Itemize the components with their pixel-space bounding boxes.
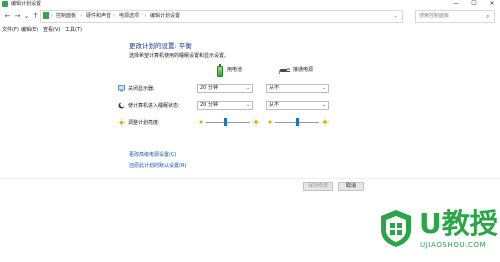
breadcrumb-separator: ›	[113, 13, 115, 19]
control-panel-icon	[43, 12, 49, 19]
chevron-down-icon: ⌄	[322, 102, 327, 108]
display-off-battery-value: 20 分钟	[200, 85, 218, 91]
sleep-battery-value: 20 分钟	[200, 102, 218, 108]
page-description: 选择希望计算机使用的睡眠设置和显示设置。	[129, 53, 230, 59]
display-off-plugged-value: 从不	[269, 85, 280, 91]
breadcrumb-power-options[interactable]: 电源选项	[119, 10, 139, 23]
menu-file[interactable]: 文件(F)	[2, 25, 19, 35]
menu-edit[interactable]: 编辑(E)	[21, 25, 38, 35]
brightness-icon	[118, 119, 125, 126]
breadcrumb-separator: ›	[80, 13, 82, 19]
battery-icon	[217, 66, 223, 77]
brightness-plugged-slider-thumb[interactable]	[295, 118, 299, 126]
brightness-high-icon	[321, 118, 329, 126]
brightness-high-icon	[252, 118, 260, 126]
back-button[interactable]: ←	[3, 11, 12, 21]
menu-view[interactable]: 查看(V)	[43, 25, 60, 35]
restore-defaults-link[interactable]: 还原此计划的默认设置(R)	[129, 162, 186, 170]
cancel-button[interactable]: 取消	[338, 182, 364, 191]
sleep-plugged-value: 从不	[269, 102, 280, 108]
close-button[interactable]: ✕	[484, 0, 500, 8]
save-changes-button[interactable]: 保存修改	[303, 182, 333, 191]
turn-off-display-label: 关闭显示器:	[128, 86, 155, 92]
column-plugged-in: 接通电源	[293, 67, 314, 73]
watermark-text: U教授	[419, 207, 498, 240]
monitor-icon	[118, 85, 125, 92]
brightness-battery-slider[interactable]	[206, 122, 250, 123]
breadcrumb-separator: ›	[144, 13, 146, 19]
search-icon[interactable]: ⌕	[486, 10, 489, 23]
breadcrumb-hardware-sound[interactable]: 硬件和声音	[86, 10, 111, 23]
power-options-icon	[2, 1, 8, 7]
minimize-button[interactable]: —	[448, 0, 464, 8]
sleep-icon	[118, 102, 125, 109]
sleep-label: 使计算机进入睡眠状态:	[128, 103, 180, 109]
breadcrumb-edit-plan[interactable]: 编辑计划设置	[150, 10, 180, 23]
watermark-logo-icon	[381, 210, 411, 247]
up-button[interactable]: ↑	[31, 11, 40, 21]
brightness-label: 调整计划亮度:	[128, 120, 160, 126]
watermark-url: UJIAOSHOU.COM	[420, 241, 487, 249]
recent-locations-button[interactable]: ⌄	[22, 11, 31, 21]
chevron-down-icon: ⌄	[246, 85, 251, 91]
advanced-power-settings-link[interactable]: 更改高级电源设置(C)	[129, 151, 176, 159]
breadcrumb-control-panel[interactable]: 控制面板	[56, 10, 76, 23]
brightness-battery-slider-thumb[interactable]	[224, 118, 228, 126]
footer-divider	[0, 178, 500, 179]
address-dropdown-button[interactable]: ⌄	[391, 10, 400, 23]
window-title: 编辑计划设置	[11, 1, 42, 7]
forward-button[interactable]: →	[13, 11, 22, 21]
menu-tools[interactable]: 工具(T)	[65, 25, 82, 35]
brightness-low-icon	[268, 120, 272, 124]
search-placeholder: 搜索控制面板	[419, 13, 450, 19]
chevron-down-icon: ⌄	[322, 85, 327, 91]
title-bar	[0, 0, 500, 8]
breadcrumb-separator: ›	[51, 13, 53, 19]
page-title: 更改计划的设置: 平衡	[129, 42, 192, 50]
brightness-low-icon	[199, 120, 203, 124]
chevron-down-icon: ⌄	[246, 102, 251, 108]
maximize-button[interactable]: ☐	[466, 0, 482, 8]
plug-icon	[279, 68, 290, 74]
column-on-battery: 用电池	[227, 67, 243, 73]
